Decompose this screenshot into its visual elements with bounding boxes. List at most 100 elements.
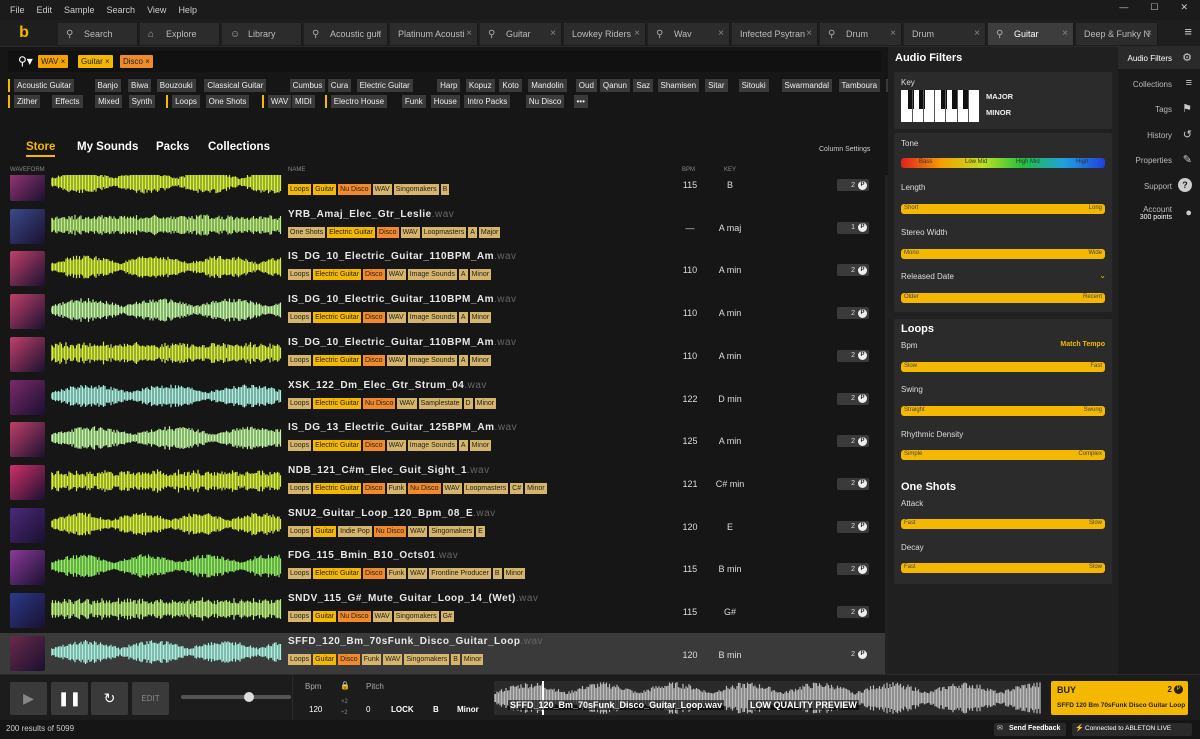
row-tag[interactable]: Electric Guitar <box>313 269 362 281</box>
filter-tag[interactable]: House <box>430 95 460 108</box>
tab-my-sounds[interactable]: My Sounds <box>77 141 138 153</box>
row-waveform[interactable] <box>51 639 282 665</box>
filter-tag[interactable]: Cura <box>327 79 352 92</box>
row-tag[interactable]: WAV <box>386 440 406 452</box>
row-tag[interactable]: Loops <box>288 568 312 580</box>
row-tag[interactable]: Minor <box>469 440 492 452</box>
row-filename[interactable]: SNU2_Guitar_Loop_120_Bpm_08_E.wav <box>288 508 496 519</box>
row-buy-button[interactable]: 2P <box>837 477 869 490</box>
row-filename[interactable]: IS_DG_10_Electric_Guitar_110BPM_Am.wav <box>288 294 517 305</box>
menu-help[interactable]: Help <box>178 5 197 15</box>
row-filename[interactable]: IS_DG_10_Electric_Guitar_110BPM_Am.wav <box>288 337 517 348</box>
mode-select[interactable]: Minor <box>457 705 479 714</box>
table-row[interactable]: IS_DG_10_Electric_Guitar_110BPM_Am.wav Lo… <box>0 291 887 333</box>
filter-tag[interactable]: Biwa <box>128 79 152 92</box>
row-waveform[interactable] <box>51 383 282 409</box>
tab-3[interactable]: ⚲ Acoustic guit × <box>304 23 388 45</box>
sidebar-item-audio-filters[interactable]: Audio Filters ⚙ <box>1118 47 1200 69</box>
row-tag[interactable]: G# <box>440 611 454 622</box>
row-tag[interactable]: Image Sounds <box>407 440 457 452</box>
row-tag[interactable]: Disco <box>363 482 385 494</box>
row-tag[interactable]: Minor <box>474 397 497 409</box>
row-buy-button[interactable]: 2P <box>837 435 869 448</box>
filter-tag[interactable]: Harp <box>437 79 461 92</box>
row-buy-button[interactable]: 2P <box>837 307 869 320</box>
row-tag[interactable]: Indie Pop <box>338 525 372 537</box>
row-waveform[interactable] <box>51 175 282 195</box>
row-tag[interactable]: B <box>451 653 460 665</box>
row-tag[interactable]: Guitar <box>313 653 337 665</box>
filter-tag[interactable]: Swarmandal <box>781 79 832 92</box>
row-filename[interactable]: YRB_Amaj_Elec_Gtr_Leslie.wav <box>288 209 454 220</box>
row-tag[interactable]: One Shots <box>288 226 326 238</box>
pack-artwork[interactable] <box>10 593 45 628</box>
row-tag[interactable]: Minor <box>469 269 492 281</box>
tab-4[interactable]: Platinum Acousti × <box>390 23 478 45</box>
pack-artwork[interactable] <box>10 550 45 586</box>
row-filename[interactable]: SFFD_120_Bm_70sFunk_Disco_Guitar_Loop.wa… <box>288 636 543 647</box>
row-tag[interactable]: A <box>458 440 468 452</box>
row-tag[interactable]: WAV <box>442 482 462 494</box>
pack-artwork[interactable] <box>10 422 45 458</box>
row-buy-button[interactable]: 2P <box>837 264 869 277</box>
table-row[interactable]: IS_DG_10_Electric_Guitar_110BPM_Am.wav Lo… <box>0 248 887 290</box>
filter-tag[interactable]: Kopuz <box>465 79 495 92</box>
row-tag[interactable]: Major <box>478 226 501 238</box>
row-tag[interactable]: WAV <box>383 653 403 665</box>
row-tag[interactable]: Loops <box>288 269 312 281</box>
maximize-icon[interactable]: ☐ <box>1150 2 1158 13</box>
row-tag[interactable]: Frontline Producer <box>429 568 491 580</box>
pitch-lock-button[interactable]: LOCK <box>391 705 414 714</box>
row-tag[interactable]: Singomakers <box>404 653 450 665</box>
filter-tag[interactable]: Shamisen <box>657 79 700 92</box>
row-tag[interactable]: Nu Disco <box>408 482 441 494</box>
row-tag[interactable]: Loops <box>288 525 312 537</box>
filter-tag[interactable]: WAV <box>267 95 292 108</box>
bpm-slider[interactable]: Slow Fast <box>901 362 1105 372</box>
filter-tag[interactable]: Zither <box>14 95 41 108</box>
menu-edit[interactable]: Edit <box>37 5 53 15</box>
row-tag[interactable]: A <box>458 354 468 366</box>
row-waveform[interactable] <box>51 553 282 579</box>
close-window-icon[interactable]: ✕ <box>1180 2 1188 13</box>
bpm-half-button[interactable]: ÷2 <box>341 710 348 716</box>
row-tag[interactable]: WAV <box>386 312 406 324</box>
filter-tag[interactable]: Nu Disco <box>525 95 565 108</box>
row-tag[interactable]: Loops <box>288 611 312 622</box>
filter-tag[interactable]: Tamboura <box>838 79 881 92</box>
row-tag[interactable]: WAV <box>408 525 428 537</box>
filter-tag[interactable]: Bouzouki <box>156 79 196 92</box>
filter-tag[interactable]: Acoustic Guitar <box>14 79 75 92</box>
row-tag[interactable]: WAV <box>386 354 406 366</box>
row-tag[interactable]: Loops <box>288 482 312 494</box>
menu-search[interactable]: Search <box>107 5 136 15</box>
major-toggle[interactable]: MAJOR <box>986 92 1013 101</box>
row-tag[interactable]: Minor <box>469 354 492 366</box>
pack-artwork[interactable] <box>10 294 45 330</box>
row-waveform[interactable] <box>51 425 282 451</box>
header-name[interactable]: NAME <box>288 167 305 173</box>
row-tag[interactable]: Minor <box>461 653 484 665</box>
tab-1[interactable]: ⌂ Explore <box>140 23 220 45</box>
row-buy-button[interactable]: 2P <box>837 520 869 533</box>
filter-tag[interactable]: Mandolin <box>528 79 567 92</box>
row-tag[interactable]: Loops <box>288 184 312 195</box>
filter-tag[interactable]: MIDI <box>292 95 315 108</box>
filter-tag[interactable]: Effects <box>52 95 83 108</box>
filter-tag[interactable]: Mixed <box>95 95 123 108</box>
released-slider[interactable]: Older Recent <box>901 293 1105 303</box>
lock-icon[interactable]: 🔒 <box>340 681 350 690</box>
row-waveform[interactable] <box>51 468 282 494</box>
search-chip-disco[interactable]: Disco × <box>120 55 153 68</box>
filter-tag[interactable]: Cumbus <box>289 79 326 92</box>
table-row[interactable]: IS_DG_13_Electric_Guitar_125BPM_Am.wav Lo… <box>0 419 887 461</box>
table-row[interactable]: NDB_121_C#m_Elec_Guit_Sight_1.wav Loops El… <box>0 462 887 504</box>
row-tag[interactable]: Disco <box>363 568 385 580</box>
attack-slider[interactable]: Fast Slow <box>901 519 1105 529</box>
tab-7[interactable]: ⚲ Wav × <box>648 23 730 45</box>
row-tag[interactable]: Nu Disco <box>338 184 371 195</box>
close-icon[interactable]: × <box>806 28 812 39</box>
bpm-value[interactable]: 120 <box>309 705 322 714</box>
tab-0[interactable]: ⚲ Search <box>58 23 138 45</box>
row-tag[interactable]: Guitar <box>313 525 337 537</box>
